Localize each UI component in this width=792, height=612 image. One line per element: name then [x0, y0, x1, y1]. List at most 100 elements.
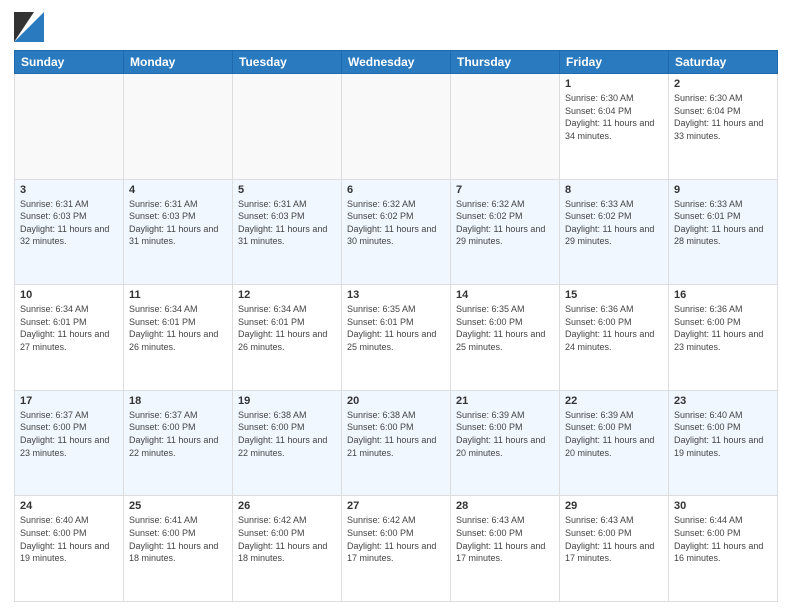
day-number: 6 [347, 184, 445, 196]
day-info: Sunrise: 6:38 AMSunset: 6:00 PMDaylight:… [347, 409, 445, 459]
calendar-cell [124, 74, 233, 180]
calendar-cell: 19 Sunrise: 6:38 AMSunset: 6:00 PMDayligh… [233, 390, 342, 496]
calendar-cell: 3 Sunrise: 6:31 AMSunset: 6:03 PMDaylight… [15, 179, 124, 285]
day-info: Sunrise: 6:31 AMSunset: 6:03 PMDaylight:… [238, 198, 336, 248]
day-number: 7 [456, 184, 554, 196]
calendar-cell: 22 Sunrise: 6:39 AMSunset: 6:00 PMDayligh… [560, 390, 669, 496]
calendar-cell [451, 74, 560, 180]
day-info: Sunrise: 6:30 AMSunset: 6:04 PMDaylight:… [565, 92, 663, 142]
calendar-cell: 21 Sunrise: 6:39 AMSunset: 6:00 PMDayligh… [451, 390, 560, 496]
calendar-cell: 8 Sunrise: 6:33 AMSunset: 6:02 PMDaylight… [560, 179, 669, 285]
header [14, 12, 778, 42]
day-number: 19 [238, 395, 336, 407]
day-number: 11 [129, 289, 227, 301]
calendar-cell: 12 Sunrise: 6:34 AMSunset: 6:01 PMDayligh… [233, 285, 342, 391]
day-info: Sunrise: 6:40 AMSunset: 6:00 PMDaylight:… [674, 409, 772, 459]
day-info: Sunrise: 6:37 AMSunset: 6:00 PMDaylight:… [129, 409, 227, 459]
calendar-cell: 16 Sunrise: 6:36 AMSunset: 6:00 PMDayligh… [669, 285, 778, 391]
day-info: Sunrise: 6:39 AMSunset: 6:00 PMDaylight:… [565, 409, 663, 459]
day-number: 16 [674, 289, 772, 301]
day-number: 28 [456, 500, 554, 512]
day-info: Sunrise: 6:36 AMSunset: 6:00 PMDaylight:… [674, 303, 772, 353]
day-number: 3 [20, 184, 118, 196]
day-number: 18 [129, 395, 227, 407]
calendar-cell: 1 Sunrise: 6:30 AMSunset: 6:04 PMDaylight… [560, 74, 669, 180]
day-number: 15 [565, 289, 663, 301]
day-number: 13 [347, 289, 445, 301]
day-number: 25 [129, 500, 227, 512]
day-number: 17 [20, 395, 118, 407]
weekday-header: Thursday [451, 51, 560, 74]
day-number: 5 [238, 184, 336, 196]
calendar-cell: 2 Sunrise: 6:30 AMSunset: 6:04 PMDaylight… [669, 74, 778, 180]
day-info: Sunrise: 6:39 AMSunset: 6:00 PMDaylight:… [456, 409, 554, 459]
calendar-cell: 30 Sunrise: 6:44 AMSunset: 6:00 PMDayligh… [669, 496, 778, 602]
day-info: Sunrise: 6:34 AMSunset: 6:01 PMDaylight:… [238, 303, 336, 353]
day-number: 4 [129, 184, 227, 196]
calendar-cell: 11 Sunrise: 6:34 AMSunset: 6:01 PMDayligh… [124, 285, 233, 391]
day-info: Sunrise: 6:35 AMSunset: 6:01 PMDaylight:… [347, 303, 445, 353]
calendar-cell: 25 Sunrise: 6:41 AMSunset: 6:00 PMDayligh… [124, 496, 233, 602]
calendar-cell: 28 Sunrise: 6:43 AMSunset: 6:00 PMDayligh… [451, 496, 560, 602]
day-info: Sunrise: 6:34 AMSunset: 6:01 PMDaylight:… [20, 303, 118, 353]
day-number: 21 [456, 395, 554, 407]
weekday-header: Sunday [15, 51, 124, 74]
day-info: Sunrise: 6:38 AMSunset: 6:00 PMDaylight:… [238, 409, 336, 459]
day-info: Sunrise: 6:31 AMSunset: 6:03 PMDaylight:… [129, 198, 227, 248]
day-info: Sunrise: 6:33 AMSunset: 6:02 PMDaylight:… [565, 198, 663, 248]
day-info: Sunrise: 6:41 AMSunset: 6:00 PMDaylight:… [129, 514, 227, 564]
weekday-header: Monday [124, 51, 233, 74]
calendar-cell: 26 Sunrise: 6:42 AMSunset: 6:00 PMDayligh… [233, 496, 342, 602]
day-info: Sunrise: 6:42 AMSunset: 6:00 PMDaylight:… [238, 514, 336, 564]
day-number: 22 [565, 395, 663, 407]
calendar-cell: 7 Sunrise: 6:32 AMSunset: 6:02 PMDaylight… [451, 179, 560, 285]
day-info: Sunrise: 6:32 AMSunset: 6:02 PMDaylight:… [347, 198, 445, 248]
calendar-cell: 23Sunrise: 6:40 AMSunset: 6:00 PMDayligh… [669, 390, 778, 496]
day-number: 2 [674, 78, 772, 90]
day-info: Sunrise: 6:44 AMSunset: 6:00 PMDaylight:… [674, 514, 772, 564]
weekday-header: Saturday [669, 51, 778, 74]
weekday-header: Tuesday [233, 51, 342, 74]
page: SundayMondayTuesdayWednesdayThursdayFrid… [0, 0, 792, 612]
calendar-cell: 9 Sunrise: 6:33 AMSunset: 6:01 PMDaylight… [669, 179, 778, 285]
logo [14, 12, 48, 42]
calendar-cell: 18 Sunrise: 6:37 AMSunset: 6:00 PMDayligh… [124, 390, 233, 496]
day-info: Sunrise: 6:43 AMSunset: 6:00 PMDaylight:… [456, 514, 554, 564]
calendar-cell: 15Sunrise: 6:36 AMSunset: 6:00 PMDayligh… [560, 285, 669, 391]
day-number: 1 [565, 78, 663, 90]
calendar-cell: 20 Sunrise: 6:38 AMSunset: 6:00 PMDayligh… [342, 390, 451, 496]
day-number: 27 [347, 500, 445, 512]
weekday-header: Friday [560, 51, 669, 74]
calendar-cell: 5 Sunrise: 6:31 AMSunset: 6:03 PMDaylight… [233, 179, 342, 285]
weekday-header: Wednesday [342, 51, 451, 74]
logo-icon [14, 12, 44, 42]
day-info: Sunrise: 6:35 AMSunset: 6:00 PMDaylight:… [456, 303, 554, 353]
day-number: 20 [347, 395, 445, 407]
day-info: Sunrise: 6:40 AMSunset: 6:00 PMDaylight:… [20, 514, 118, 564]
calendar-cell: 24 Sunrise: 6:40 AMSunset: 6:00 PMDayligh… [15, 496, 124, 602]
day-info: Sunrise: 6:31 AMSunset: 6:03 PMDaylight:… [20, 198, 118, 248]
day-number: 8 [565, 184, 663, 196]
day-number: 24 [20, 500, 118, 512]
day-info: Sunrise: 6:30 AMSunset: 6:04 PMDaylight:… [674, 92, 772, 142]
day-number: 12 [238, 289, 336, 301]
day-number: 26 [238, 500, 336, 512]
calendar-cell: 4 Sunrise: 6:31 AMSunset: 6:03 PMDaylight… [124, 179, 233, 285]
day-info: Sunrise: 6:33 AMSunset: 6:01 PMDaylight:… [674, 198, 772, 248]
day-number: 9 [674, 184, 772, 196]
day-info: Sunrise: 6:43 AMSunset: 6:00 PMDaylight:… [565, 514, 663, 564]
day-info: Sunrise: 6:32 AMSunset: 6:02 PMDaylight:… [456, 198, 554, 248]
calendar-cell [233, 74, 342, 180]
calendar-cell: 13 Sunrise: 6:35 AMSunset: 6:01 PMDayligh… [342, 285, 451, 391]
day-info: Sunrise: 6:42 AMSunset: 6:00 PMDaylight:… [347, 514, 445, 564]
calendar-cell [342, 74, 451, 180]
calendar-cell: 27 Sunrise: 6:42 AMSunset: 6:00 PMDayligh… [342, 496, 451, 602]
calendar-cell: 6 Sunrise: 6:32 AMSunset: 6:02 PMDaylight… [342, 179, 451, 285]
day-info: Sunrise: 6:37 AMSunset: 6:00 PMDaylight:… [20, 409, 118, 459]
day-number: 30 [674, 500, 772, 512]
calendar-cell: 17 Sunrise: 6:37 AMSunset: 6:00 PMDayligh… [15, 390, 124, 496]
day-number: 29 [565, 500, 663, 512]
calendar-table: SundayMondayTuesdayWednesdayThursdayFrid… [14, 50, 778, 602]
day-info: Sunrise: 6:34 AMSunset: 6:01 PMDaylight:… [129, 303, 227, 353]
day-number: 14 [456, 289, 554, 301]
